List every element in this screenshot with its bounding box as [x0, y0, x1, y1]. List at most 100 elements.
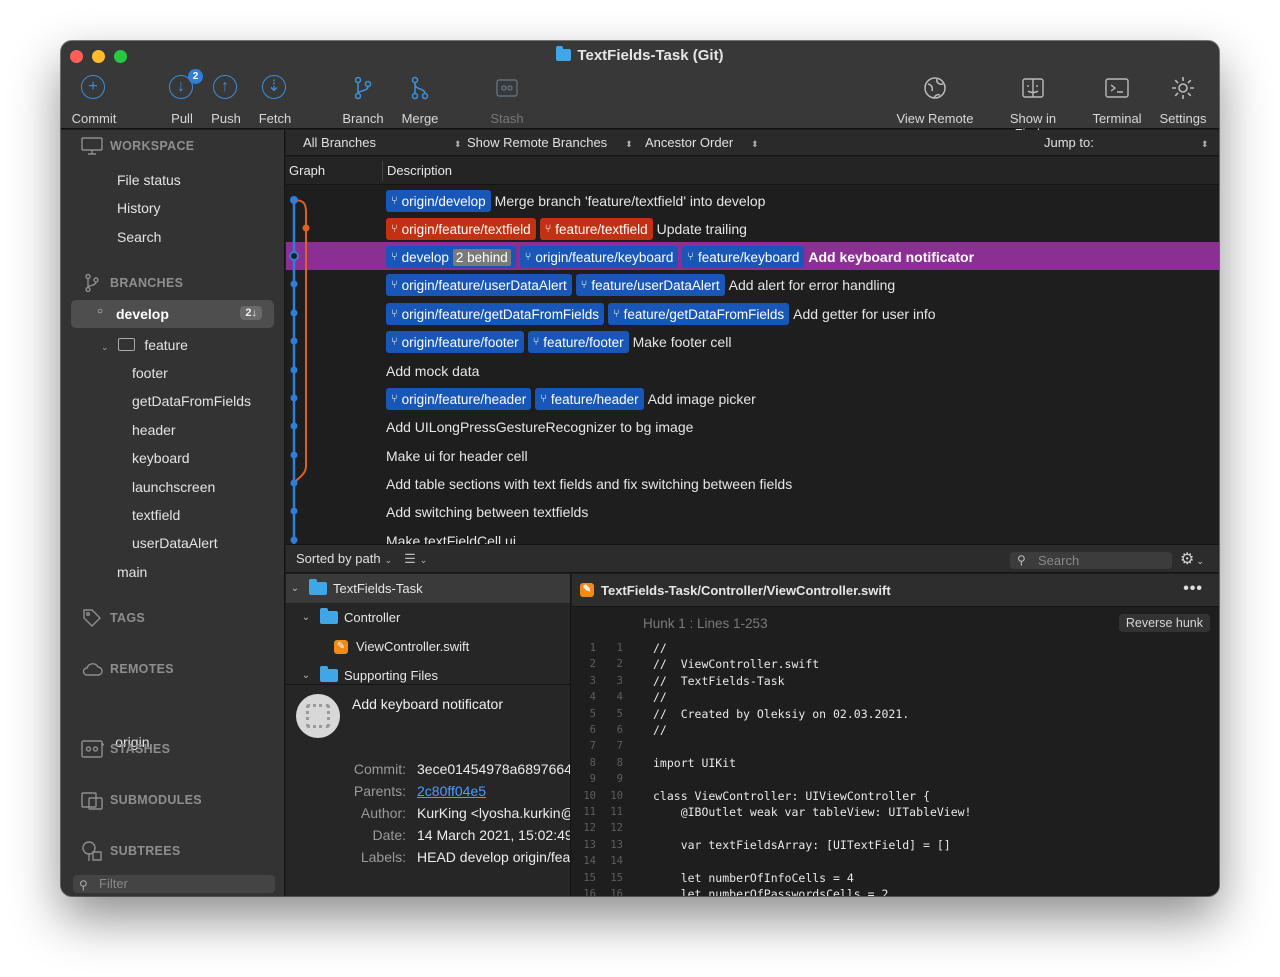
list-view-icon[interactable]: ☰	[404, 551, 416, 566]
commit-subject: Add keyboard notificator	[352, 696, 503, 712]
code-text: import UIKit	[653, 755, 737, 770]
branch-icon: ⑂	[612, 308, 620, 320]
commit-row[interactable]: ⑂ origin/feature/textfield ⑂ feature/textf…	[286, 214, 1219, 242]
hunk-header: Hunk 1 : Lines 1-253	[643, 616, 768, 631]
graph-column-header[interactable]: Graph	[289, 163, 325, 178]
commit-row[interactable]: Make ui for header cell	[286, 441, 1219, 469]
new-line-number: 14	[610, 855, 623, 868]
chevron-down-icon[interactable]: ⌄	[289, 583, 301, 594]
sidebar-item-search[interactable]: Search	[117, 229, 161, 245]
stash-icon	[81, 739, 103, 759]
commit-date: 14 March 2021, 15:02:49	[417, 827, 571, 843]
branch-label[interactable]: ⑂ origin/feature/keyboard	[519, 246, 679, 268]
commit-row[interactable]: Add UILongPressGestureRecognizer to bg i…	[286, 412, 1219, 440]
diff-viewer: ✎ TextFields-Task/Controller/ViewControl…	[572, 574, 1219, 896]
branch-label[interactable]: ⑂ origin/feature/userDataAlert	[386, 274, 572, 296]
branch-label[interactable]: ⑂ origin/feature/footer	[386, 331, 524, 353]
tags-section[interactable]: TAGS	[81, 606, 145, 630]
branch-label[interactable]: ⑂ feature/userDataAlert	[575, 274, 725, 296]
branches-select[interactable]: All Branches ⬍	[303, 135, 462, 150]
view-remote-button[interactable]: View Remote	[895, 75, 975, 126]
tree-folder-root[interactable]: ⌄ TextFields-Task	[286, 574, 570, 603]
order-select[interactable]: Ancestor Order ⬍	[645, 135, 759, 150]
sort-select[interactable]: Sorted by path ⌄ ☰ ⌄	[296, 551, 427, 567]
diff-file-path: TextFields-Task/Controller/ViewControlle…	[601, 583, 891, 598]
chevron-down-icon[interactable]: ⌄	[300, 612, 312, 623]
commit-row[interactable]: ⑂ origin/develop Merge branch 'feature/te…	[286, 186, 1219, 214]
sidebar-branch-textfield[interactable]: textfield	[132, 507, 180, 523]
sidebar-folder-feature[interactable]: ⌄ feature	[101, 337, 188, 353]
sidebar-branch-footer[interactable]: footer	[132, 365, 168, 381]
old-line-number: 8	[589, 756, 596, 769]
sidebar-branch-getdatafromfields[interactable]: getDataFromFields	[132, 393, 251, 409]
sidebar-item-develop[interactable]: ○ develop 2↓	[71, 300, 274, 328]
new-line-number: 11	[610, 806, 623, 818]
graph-node	[290, 394, 298, 402]
sidebar-branch-launchscreen[interactable]: launchscreen	[132, 479, 215, 495]
commit-row[interactable]: ⑂ origin/feature/footer ⑂ feature/footer M…	[286, 327, 1219, 355]
new-line-number: 3	[616, 674, 623, 687]
code-text: //	[653, 723, 667, 737]
more-options-icon[interactable]: •••	[1183, 580, 1203, 598]
commit-row[interactable]: Add mock data	[286, 356, 1219, 384]
remote-branches-select[interactable]: Show Remote Branches ⬍	[467, 135, 633, 150]
sidebar-filter-input[interactable]: ⚲ Filter	[73, 875, 275, 893]
branch-label[interactable]: ⑂ origin/feature/header	[386, 388, 532, 410]
old-line-number: 6	[589, 724, 596, 736]
branch-label[interactable]: ⑂ origin/feature/textfield	[386, 218, 536, 240]
folder-icon	[320, 608, 338, 624]
branch-label[interactable]: ⑂ origin/feature/getDataFromFields	[386, 303, 604, 325]
sidebar-branch-userdataalert[interactable]: userDataAlert	[132, 535, 218, 551]
sidebar-item-file-status[interactable]: File status	[117, 172, 181, 188]
code-text: let numberOfPasswordsCells = 2	[653, 887, 889, 896]
folder-icon	[118, 338, 136, 351]
gear-icon[interactable]: ⚙ ⌄	[1180, 549, 1204, 569]
branch-label[interactable]: ⑂ feature/header	[535, 388, 644, 410]
files-search-input[interactable]: ⚲ Search	[1010, 552, 1172, 569]
old-line-number: 2	[589, 658, 596, 671]
fetch-button[interactable]: ⇣ Fetch	[235, 75, 315, 126]
diff-line: 77	[572, 738, 1219, 754]
jump-to-select[interactable]: ⬍	[1201, 135, 1209, 150]
toolbar: TextFields-Task (Git) + Commit ↓ 2 Pull ↑…	[61, 41, 1219, 141]
remotes-section[interactable]: REMOTES	[81, 657, 174, 681]
diff-line: 3 3 // TextFields-Task	[572, 673, 1219, 689]
branch-label[interactable]: ⑂ develop 2 behind	[386, 246, 516, 268]
branch-label[interactable]: ⑂ feature/textfield	[539, 218, 653, 240]
code-text: //	[653, 641, 667, 655]
tree-file-viewcontroller[interactable]: ✎ ViewController.swift	[286, 632, 570, 661]
commit-row[interactable]: ⑂ origin/feature/header ⑂ feature/header A…	[286, 384, 1219, 412]
graph-node	[290, 366, 298, 374]
globe-icon	[924, 77, 946, 99]
sidebar-branch-keyboard[interactable]: keyboard	[132, 450, 190, 466]
commit-row[interactable]: Make textFieldCell ui	[286, 526, 1219, 544]
parent-commit-link[interactable]: 2c80ff04e5	[417, 783, 486, 799]
branch-label[interactable]: ⑂ origin/develop	[386, 190, 491, 212]
branch-label[interactable]: ⑂ feature/footer	[527, 331, 629, 353]
commit-button[interactable]: + Commit	[61, 75, 134, 126]
sidebar-branch-header[interactable]: header	[132, 422, 176, 438]
commit-row[interactable]: Add switching between textfields	[286, 497, 1219, 525]
stash-button[interactable]: Stash	[467, 75, 547, 126]
description-column-header[interactable]: Description	[387, 163, 452, 178]
chevron-down-icon: ⌄	[1196, 556, 1204, 566]
tree-folder-controller[interactable]: ⌄ Controller	[286, 603, 570, 632]
commit-list: ⑂ origin/develop Merge branch 'feature/te…	[286, 186, 1219, 544]
sidebar-branch-main[interactable]: main	[117, 564, 147, 580]
commit-row[interactable]: ⑂ origin/feature/getDataFromFields ⑂ featu…	[286, 299, 1219, 327]
sidebar-item-history[interactable]: History	[117, 200, 161, 216]
chevron-down-icon[interactable]: ⌄	[300, 670, 312, 681]
branch-icon	[354, 76, 372, 100]
commit-row-selected[interactable]: ⑂ develop 2 behind ⑂ origin/feature/keyboar…	[286, 242, 1219, 270]
subtrees-section[interactable]: SUBTREES	[81, 839, 180, 863]
tree-folder-supporting-files[interactable]: ⌄ Supporting Files	[286, 661, 570, 684]
submodules-section[interactable]: SUBMODULES	[81, 788, 202, 812]
commit-row[interactable]: Add table sections with text fields and …	[286, 469, 1219, 497]
branch-label[interactable]: ⑂ feature/keyboard	[682, 246, 805, 268]
merge-button[interactable]: Merge	[380, 75, 460, 126]
reverse-hunk-button[interactable]: Reverse hunk	[1118, 614, 1210, 632]
stashes-section[interactable]: STASHES	[81, 737, 170, 761]
commit-row[interactable]: ⑂ origin/feature/userDataAlert ⑂ feature/u…	[286, 270, 1219, 298]
branch-label[interactable]: ⑂ feature/getDataFromFields	[607, 303, 790, 325]
settings-button[interactable]: Settings	[1143, 75, 1219, 126]
